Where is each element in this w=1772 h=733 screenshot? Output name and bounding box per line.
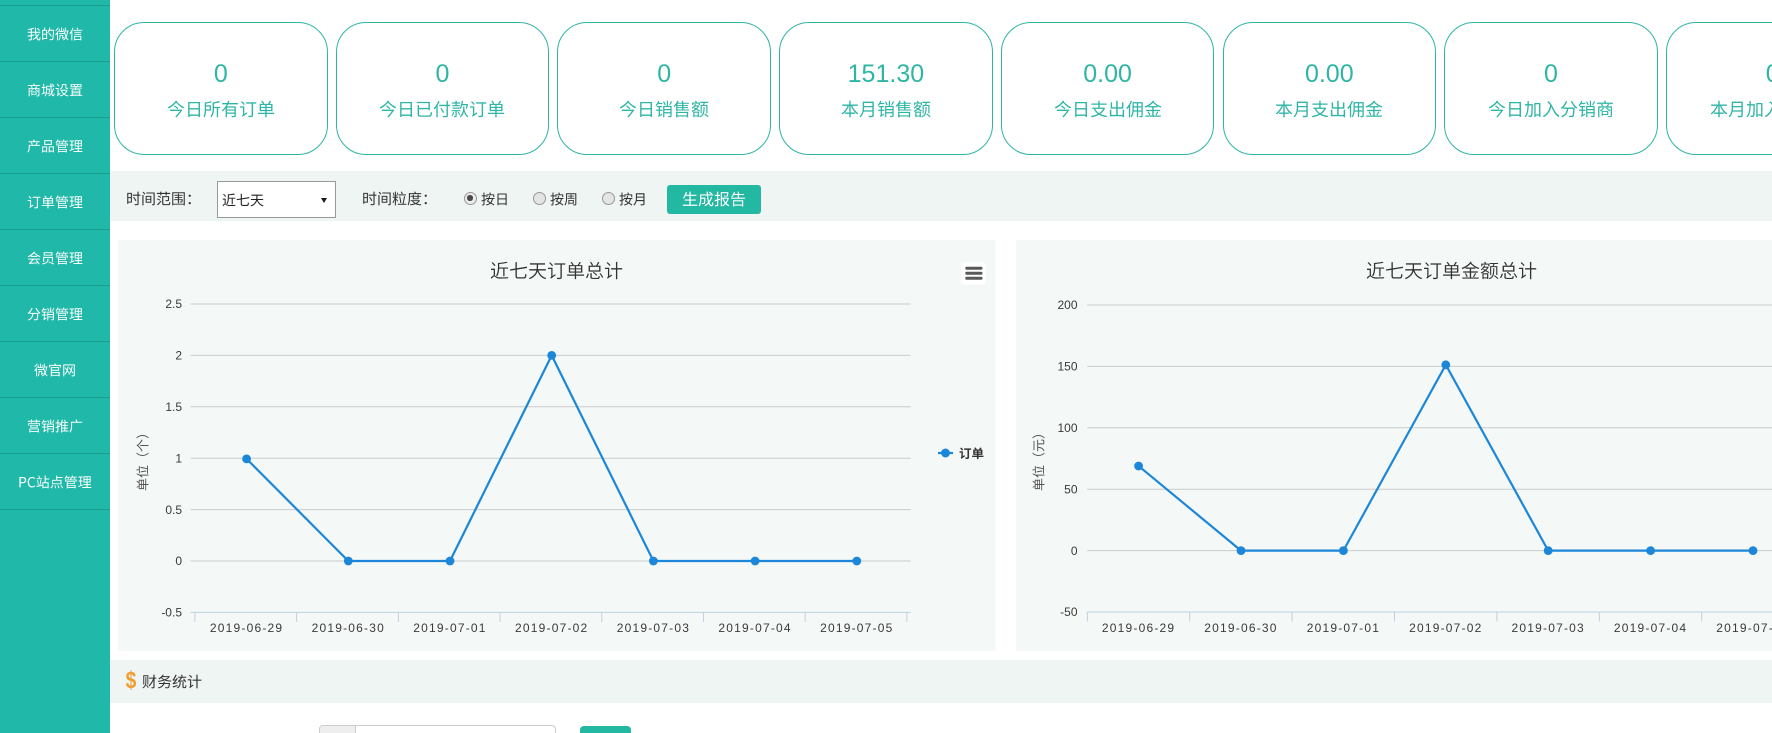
svg-text:1: 1 [175,451,182,465]
svg-text:200: 200 [1057,298,1077,312]
svg-text:2019-07-03: 2019-07-03 [617,621,690,635]
svg-text:0: 0 [175,554,182,568]
svg-text:2019-07-05: 2019-07-05 [820,621,893,635]
svg-text:2019-07-04: 2019-07-04 [718,621,791,635]
svg-text:2019-07-05: 2019-07-05 [1716,621,1772,635]
svg-text:2019-07-02: 2019-07-02 [515,621,588,635]
svg-text:2019-06-29: 2019-06-29 [1101,621,1174,635]
svg-text:2019-07-02: 2019-07-02 [1409,621,1482,635]
svg-text:50: 50 [1064,482,1078,496]
svg-text:0: 0 [1070,544,1077,558]
svg-text:-50: -50 [1060,605,1078,619]
svg-text:2019-07-01: 2019-07-01 [413,621,486,635]
svg-text:150: 150 [1057,360,1077,374]
svg-text:2019-06-30: 2019-06-30 [312,621,385,635]
svg-text:2019-06-29: 2019-06-29 [210,621,283,635]
svg-text:2019-07-03: 2019-07-03 [1511,621,1584,635]
svg-text:2: 2 [175,349,182,363]
svg-text:1.5: 1.5 [165,400,182,414]
svg-text:2019-07-04: 2019-07-04 [1613,621,1686,635]
svg-text:2.5: 2.5 [165,297,182,311]
svg-text:2019-06-30: 2019-06-30 [1204,621,1277,635]
svg-text:-0.5: -0.5 [161,606,182,620]
svg-text:2019-07-01: 2019-07-01 [1306,621,1379,635]
svg-text:0.5: 0.5 [165,503,182,517]
